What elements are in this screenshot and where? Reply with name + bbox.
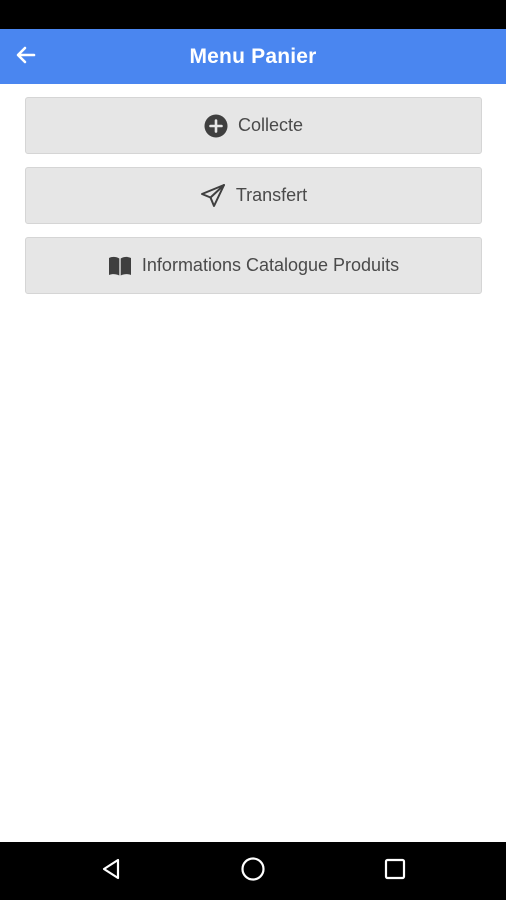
page-title: Menu Panier	[189, 44, 317, 68]
nav-home-button[interactable]	[233, 851, 273, 891]
transfert-button[interactable]: Transfert	[25, 167, 482, 224]
plus-circle-icon	[204, 114, 228, 138]
transfert-label: Transfert	[235, 185, 308, 205]
nav-home-icon	[240, 856, 266, 887]
nav-back-button[interactable]	[91, 851, 131, 891]
nav-recents-icon	[384, 858, 406, 885]
catalogue-info-button[interactable]: Informations Catalogue Produits	[25, 237, 482, 294]
back-button[interactable]	[6, 37, 46, 77]
system-nav-bar	[0, 842, 506, 900]
collecte-button[interactable]: Collecte	[25, 97, 482, 154]
app-bar: Menu Panier	[0, 29, 506, 84]
catalogue-info-label: Informations Catalogue Produits	[141, 255, 400, 275]
nav-recents-button[interactable]	[375, 851, 415, 891]
nav-back-icon	[99, 857, 123, 886]
arrow-left-icon	[14, 43, 38, 72]
collecte-label: Collecte	[237, 115, 304, 135]
book-open-icon	[108, 255, 132, 277]
paper-plane-icon	[200, 183, 226, 209]
status-bar	[0, 0, 506, 29]
